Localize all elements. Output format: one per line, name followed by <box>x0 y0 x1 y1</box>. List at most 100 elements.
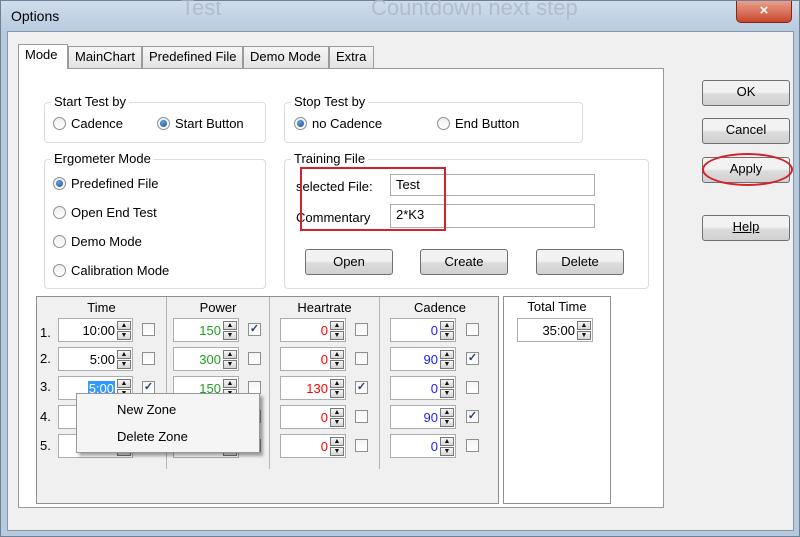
open-button[interactable]: Open <box>305 249 393 275</box>
cadence-spinner[interactable]: 0 ▲ ▼ <box>390 318 456 342</box>
heartrate-spinner[interactable]: 130 ▲ ▼ <box>280 376 346 400</box>
ergometer-mode-group: Ergometer Mode Predefined File Open End … <box>44 151 266 289</box>
power-spinner[interactable]: 300 ▲ ▼ <box>173 347 239 371</box>
heartrate-checkbox[interactable] <box>355 352 368 365</box>
radio-start-button[interactable]: Start Button <box>157 116 244 131</box>
radio-label: Open End Test <box>71 205 157 220</box>
total-time-value: 35:00 <box>542 322 575 338</box>
total-time-panel: Total Time 35:00 ▲ ▼ <box>503 296 611 504</box>
tab-extra[interactable]: Extra <box>329 46 374 68</box>
spin-arrows[interactable]: ▲▼ <box>330 379 344 398</box>
heartrate-spinner[interactable]: 0 ▲ ▼ <box>280 434 346 458</box>
power-value: 150 <box>199 322 221 338</box>
power-checkbox[interactable]: ✓ <box>248 323 261 336</box>
tab-mode[interactable]: Mode <box>18 44 68 69</box>
spin-arrows[interactable]: ▲▼ <box>223 321 237 340</box>
ok-button[interactable]: OK <box>702 80 790 106</box>
spin-arrows[interactable]: ▲▼ <box>117 350 131 369</box>
tab-mainchart[interactable]: MainChart <box>68 46 142 68</box>
commentary-field[interactable]: 2*K3 <box>390 204 595 228</box>
spin-down-icon: ▼ <box>440 389 454 398</box>
spin-arrows[interactable]: ▲▼ <box>330 437 344 456</box>
options-window: Options Test Countdown next step × Mode … <box>0 0 800 537</box>
spin-down-icon: ▼ <box>440 447 454 456</box>
spin-arrows[interactable]: ▲▼ <box>330 408 344 427</box>
spin-arrows[interactable]: ▲▼ <box>577 321 591 340</box>
spin-arrows[interactable]: ▲▼ <box>330 350 344 369</box>
cadence-spinner[interactable]: 0 ▲ ▼ <box>390 434 456 458</box>
heartrate-value: 0 <box>320 322 328 338</box>
title-bar[interactable]: Options Test Countdown next step × <box>1 0 799 31</box>
cadence-checkbox[interactable]: ✓ <box>466 410 479 423</box>
cadence-checkbox[interactable] <box>466 323 479 336</box>
row-number: 1. <box>40 325 51 340</box>
heartrate-checkbox[interactable] <box>355 439 368 452</box>
training-file-group: Training File selected File: Test Commen… <box>284 151 649 289</box>
cadence-checkbox[interactable]: ✓ <box>466 352 479 365</box>
delete-button[interactable]: Delete <box>536 249 624 275</box>
row-number: 2. <box>40 351 51 366</box>
radio-open-end-test[interactable]: Open End Test <box>53 205 157 220</box>
spin-up-icon: ▲ <box>330 350 344 359</box>
heartrate-checkbox[interactable] <box>355 323 368 336</box>
radio-stop-end-button[interactable]: End Button <box>437 116 519 131</box>
cadence-spinner[interactable]: 90 ▲ ▼ <box>390 405 456 429</box>
heartrate-spinner[interactable]: 0 ▲ ▼ <box>280 405 346 429</box>
cadence-value: 0 <box>430 380 438 396</box>
heartrate-spinner[interactable]: 0 ▲ ▼ <box>280 347 346 371</box>
time-spinner[interactable]: 10:00 ▲ ▼ <box>58 318 133 342</box>
heartrate-checkbox[interactable]: ✓ <box>355 381 368 394</box>
spin-arrows[interactable]: ▲▼ <box>440 350 454 369</box>
spin-arrows[interactable]: ▲▼ <box>440 379 454 398</box>
close-button[interactable]: × <box>736 1 792 23</box>
help-button[interactable]: Help <box>702 215 790 241</box>
spin-down-icon: ▼ <box>117 360 131 369</box>
spin-up-icon: ▲ <box>440 350 454 359</box>
heartrate-checkbox[interactable] <box>355 410 368 423</box>
cadence-checkbox[interactable] <box>466 381 479 394</box>
heartrate-spinner[interactable]: 0 ▲ ▼ <box>280 318 346 342</box>
heartrate-value: 130 <box>306 380 328 396</box>
time-checkbox[interactable] <box>142 323 155 336</box>
window-title: Options <box>11 8 60 24</box>
radio-stop-no-cadence[interactable]: no Cadence <box>294 116 382 131</box>
cadence-spinner[interactable]: 90 ▲ ▼ <box>390 347 456 371</box>
cadence-header: Cadence <box>413 300 467 315</box>
radio-circle-selected <box>294 117 307 130</box>
radio-demo-mode[interactable]: Demo Mode <box>53 234 142 249</box>
cadence-checkbox[interactable] <box>466 439 479 452</box>
power-checkbox[interactable] <box>248 352 261 365</box>
selected-file-field[interactable]: Test <box>390 174 595 196</box>
apply-button[interactable]: Apply <box>702 157 790 183</box>
menu-item-new-zone[interactable]: New Zone <box>117 402 176 417</box>
tab-predefined-file[interactable]: Predefined File <box>142 46 243 68</box>
spin-down-icon: ▼ <box>440 418 454 427</box>
spin-arrows[interactable]: ▲▼ <box>440 437 454 456</box>
radio-calibration-mode[interactable]: Calibration Mode <box>53 263 169 278</box>
cancel-button[interactable]: Cancel <box>702 118 790 144</box>
spin-arrows[interactable]: ▲▼ <box>440 321 454 340</box>
cadence-value: 0 <box>430 322 438 338</box>
spin-arrows[interactable]: ▲▼ <box>117 321 131 340</box>
spin-down-icon: ▼ <box>330 360 344 369</box>
spin-arrows[interactable]: ▲▼ <box>223 350 237 369</box>
radio-start-cadence[interactable]: Cadence <box>53 116 123 131</box>
ergometer-mode-legend: Ergometer Mode <box>51 151 154 166</box>
create-button[interactable]: Create <box>420 249 508 275</box>
time-value: 10:00 <box>82 322 115 338</box>
menu-item-delete-zone[interactable]: Delete Zone <box>117 429 188 444</box>
radio-circle <box>53 117 66 130</box>
spin-up-icon: ▲ <box>330 379 344 388</box>
tab-demo-mode[interactable]: Demo Mode <box>243 46 329 68</box>
spin-up-icon: ▲ <box>223 379 237 388</box>
cadence-value: 0 <box>430 438 438 454</box>
radio-predefined-file[interactable]: Predefined File <box>53 176 158 191</box>
total-time-spinner[interactable]: 35:00 ▲ ▼ <box>517 318 593 342</box>
spin-arrows[interactable]: ▲▼ <box>330 321 344 340</box>
cadence-spinner[interactable]: 0 ▲ ▼ <box>390 376 456 400</box>
time-spinner[interactable]: 5:00 ▲ ▼ <box>58 347 133 371</box>
spin-arrows[interactable]: ▲▼ <box>440 408 454 427</box>
radio-circle <box>437 117 450 130</box>
time-checkbox[interactable] <box>142 352 155 365</box>
power-spinner[interactable]: 150▲▼ <box>173 318 239 342</box>
